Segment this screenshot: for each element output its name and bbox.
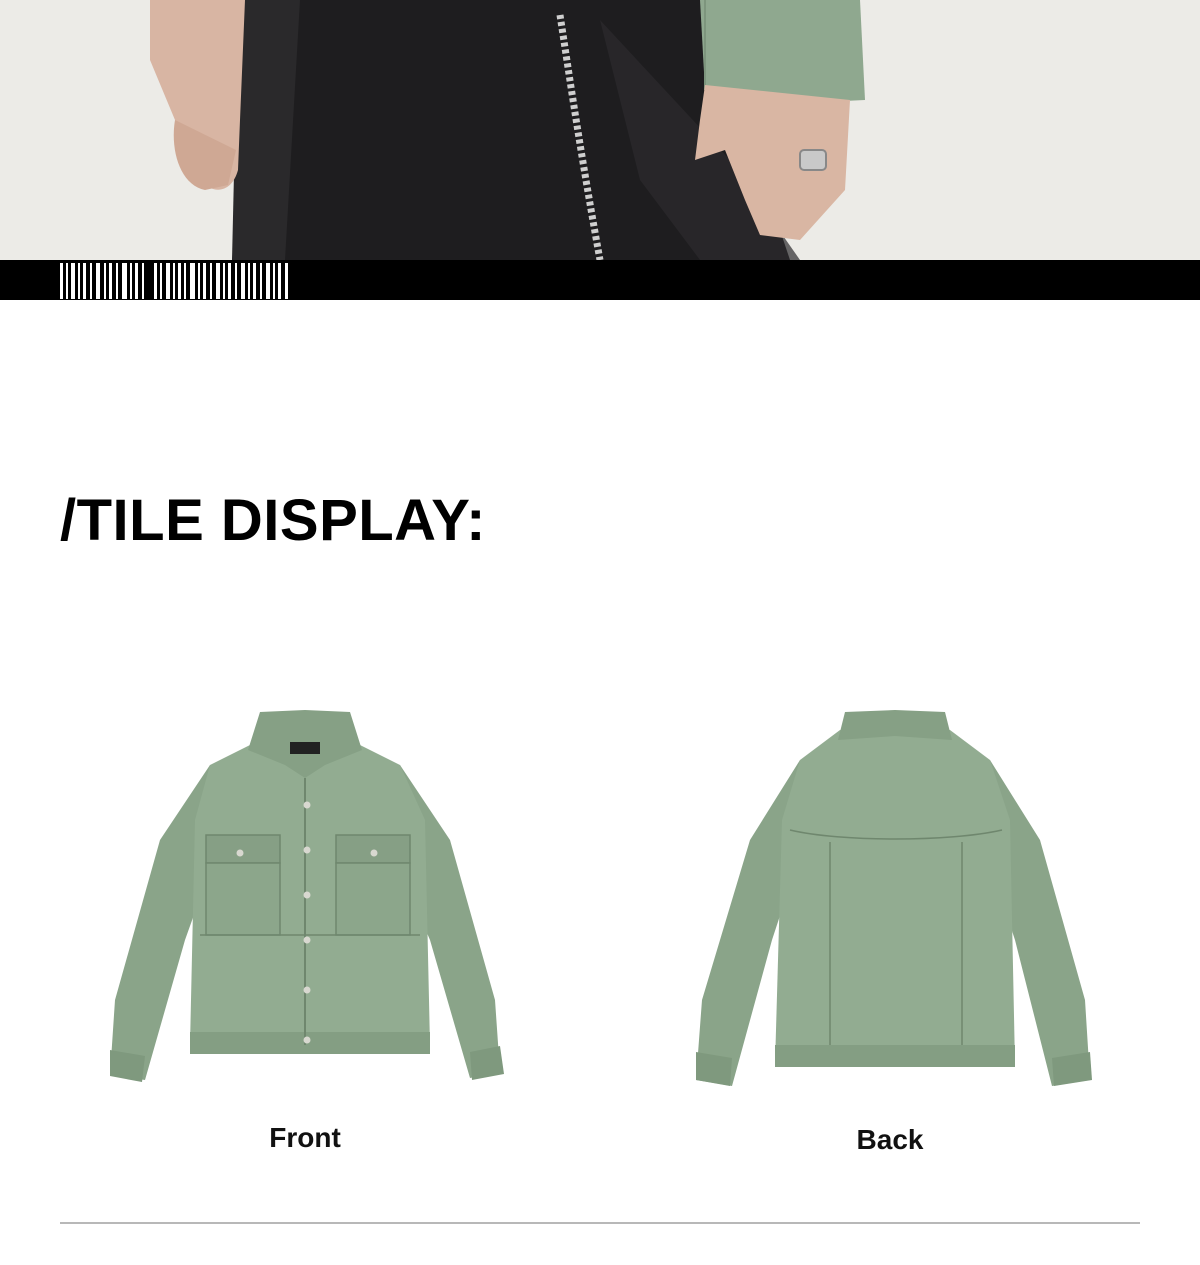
front-caption: Front bbox=[269, 1122, 341, 1153]
back-caption: Back bbox=[856, 1124, 924, 1155]
section-title: /TILE DISPLAY: bbox=[60, 488, 486, 553]
jacket-back-image bbox=[690, 700, 1100, 1100]
jacket-back-photo-icon bbox=[696, 710, 1092, 1086]
section-divider bbox=[60, 1222, 1140, 1224]
barcode-icon bbox=[60, 263, 288, 299]
hero-photo bbox=[0, 0, 1200, 260]
jacket-front-photo-icon bbox=[110, 710, 504, 1082]
model-photo-illustration bbox=[0, 0, 1200, 260]
jacket-front-image bbox=[100, 700, 520, 1100]
